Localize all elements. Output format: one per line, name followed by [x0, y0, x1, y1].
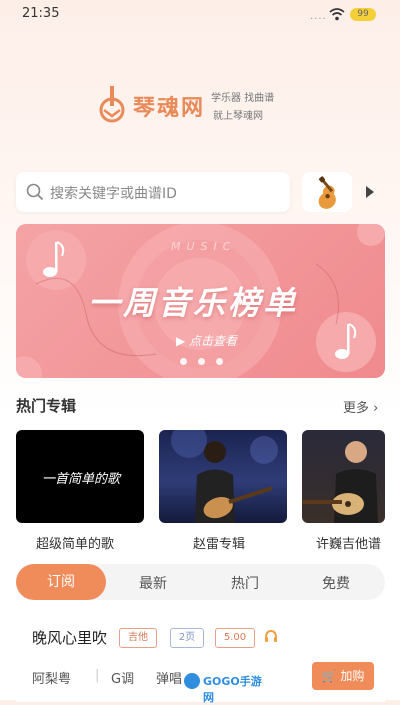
banner-music-word: MUSIC [171, 240, 237, 253]
album-card-zhao-lei[interactable] [159, 430, 287, 523]
section-title-hot-albums: 热门专辑 [16, 397, 77, 415]
tag-instrument: 吉他 [119, 628, 157, 648]
search-placeholder: 搜索关键字或曲谱ID [50, 186, 177, 202]
album-cover-text: 一首简单的歌 [42, 472, 121, 487]
status-time: 21:35 [22, 6, 60, 21]
arrow-right-icon[interactable] [366, 186, 374, 198]
filter-tabs: 订阅 最新 热门 免费 [16, 564, 385, 600]
carousel-dot[interactable] [180, 358, 187, 365]
song-key: G调 [111, 672, 135, 687]
album-card-xu-wei[interactable] [302, 430, 385, 523]
guitar-category-button[interactable] [302, 172, 352, 212]
signal-icon: .... [310, 11, 327, 22]
album-label[interactable]: 超级简单的歌 [36, 533, 114, 552]
watermark-text: GOGO手游网 [203, 675, 262, 704]
song-style: 弹唱 [156, 672, 183, 687]
album-label[interactable]: 赵雷专辑 [193, 533, 245, 552]
add-label: 加购 [340, 669, 365, 683]
add-to-cart-button[interactable]: 🛒 加购 [312, 662, 374, 690]
app-logo: 琴魂网 学乐器 找曲谱 就上琴魂网 [95, 84, 295, 128]
guitar-icon [318, 176, 336, 209]
carousel-dot[interactable] [198, 358, 205, 365]
cart-icon: 🛒 [321, 669, 337, 683]
banner-cta[interactable]: ▶ 点击查看 [176, 332, 237, 349]
tab-free[interactable]: 免费 [322, 573, 350, 593]
watermark-logo-icon [184, 673, 200, 689]
more-label: 更多 [343, 401, 370, 416]
banner-carousel[interactable]: MUSIC 一周音乐榜单 ▶ 点击查看 [16, 224, 385, 378]
brand-name: 琴魂网 [133, 96, 206, 121]
headphones-icon[interactable] [264, 629, 278, 643]
search-icon [26, 183, 44, 201]
wifi-icon [329, 8, 345, 21]
search-input[interactable]: 搜索关键字或曲谱ID [16, 172, 290, 212]
tag-pages: 2页 [170, 628, 204, 648]
carousel-dot[interactable] [216, 358, 223, 365]
tab-hot[interactable]: 热门 [231, 573, 259, 593]
tab-latest[interactable]: 最新 [139, 573, 167, 593]
battery-icon: 99 [350, 8, 376, 21]
song-title: 晚风心里吹 [32, 629, 108, 647]
album-cover-photo [302, 441, 378, 523]
guitar-logo-icon [99, 86, 125, 123]
song-artist: 阿梨粤 [32, 672, 72, 687]
tag-price: 5.00 [215, 628, 255, 648]
slogan-line-2: 就上琴魂网 [213, 111, 263, 122]
tab-subscribe[interactable]: 订阅 [16, 564, 106, 600]
site-watermark: GOGO手游网 [184, 670, 264, 704]
album-label[interactable]: 许巍吉他谱 [316, 533, 381, 552]
album-cover-photo [171, 430, 278, 523]
album-card-simple-songs[interactable]: 一首简单的歌 [16, 430, 144, 523]
status-bar: 21:35 .... 99 [0, 0, 400, 30]
more-link[interactable]: 更多 › [343, 397, 378, 416]
slogan-line-1: 学乐器 找曲谱 [211, 93, 275, 104]
banner-title: 一周音乐榜单 [88, 284, 299, 322]
banner-cta-label: 点击查看 [189, 334, 238, 348]
separator: | [95, 668, 100, 683]
